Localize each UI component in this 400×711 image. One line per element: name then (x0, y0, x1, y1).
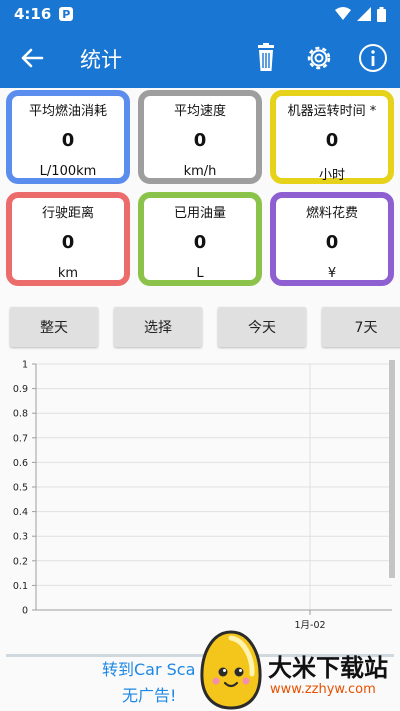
watermark: 大米下载站 www.zzhyw.com (198, 628, 400, 711)
card-distance: 行驶距离 0 km (6, 192, 130, 286)
card-value: 0 (325, 232, 339, 253)
card-label: 燃料花费 (305, 206, 358, 221)
card-avg-fuel-consumption: 平均燃油消耗 0 L/100km (6, 90, 130, 184)
page-title: 统计 (80, 48, 122, 72)
card-fuel-used: 已用油量 0 L (138, 192, 262, 286)
card-value: 0 (325, 130, 339, 151)
y-tick-label: 0.7 (13, 433, 28, 444)
card-value: 0 (61, 130, 75, 151)
card-label: 平均速度 (173, 104, 226, 119)
battery-icon (377, 6, 386, 22)
range-button-7-days[interactable]: 7天 (322, 307, 400, 347)
info-icon[interactable] (357, 42, 389, 74)
y-tick-label: 0.6 (13, 458, 28, 469)
status-bar: 4:16 P (0, 0, 400, 28)
card-label: 行驶距离 (41, 206, 94, 221)
card-unit: km (57, 266, 79, 281)
trash-icon[interactable] (250, 42, 282, 74)
card-value: 0 (193, 130, 207, 151)
status-indicators (335, 6, 386, 22)
settings-gear-icon[interactable] (303, 42, 335, 74)
watermark-url: www.zzhyw.com (270, 682, 376, 697)
status-time: 4:16 (14, 5, 52, 23)
y-tick-label: 0.2 (13, 556, 28, 567)
banner-line-2: 无广告! (122, 686, 177, 705)
chart-scrollbar[interactable] (389, 360, 395, 578)
back-arrow-icon[interactable] (18, 44, 46, 72)
card-unit: ¥ (327, 266, 337, 281)
y-tick-label: 0 (22, 606, 28, 617)
card-fuel-cost: 燃料花费 0 ¥ (270, 192, 394, 286)
banner-line-1: 转到Car Sca (102, 660, 196, 679)
y-tick-label: 0.3 (13, 532, 28, 543)
statistics-chart: 00.10.20.30.40.50.60.70.80.911月-02 (13, 360, 392, 631)
app-notification-icon: P (59, 7, 74, 21)
card-label: 已用油量 (173, 206, 226, 221)
card-unit: L/100km (39, 164, 97, 179)
card-unit: L (196, 266, 204, 281)
wifi-icon (335, 7, 351, 20)
y-tick-label: 0.8 (13, 409, 28, 420)
app-bar: 统计 (0, 28, 400, 88)
y-tick-label: 1 (22, 360, 28, 371)
y-tick-label: 0.9 (13, 384, 28, 395)
y-tick-label: 0.4 (13, 507, 28, 518)
y-tick-label: 0.1 (13, 581, 28, 592)
range-button-select[interactable]: 选择 (114, 307, 202, 347)
signal-icon (357, 7, 371, 21)
card-avg-speed: 平均速度 0 km/h (138, 90, 262, 184)
rice-mascot-logo (200, 630, 262, 710)
card-unit: 小时 (318, 168, 345, 183)
card-label: 平均燃油消耗 (28, 104, 107, 119)
range-button-full-day[interactable]: 整天 (10, 307, 98, 347)
card-value: 0 (193, 232, 207, 253)
card-engine-running-time: 机器运转时间 * 0 小时 (270, 90, 394, 184)
card-value: 0 (61, 232, 75, 253)
y-tick-label: 0.5 (13, 483, 28, 494)
card-unit: km/h (183, 164, 217, 179)
range-button-today[interactable]: 今天 (218, 307, 306, 347)
watermark-title: 大米下载站 (268, 654, 388, 682)
card-label: 机器运转时间 * (287, 104, 377, 119)
